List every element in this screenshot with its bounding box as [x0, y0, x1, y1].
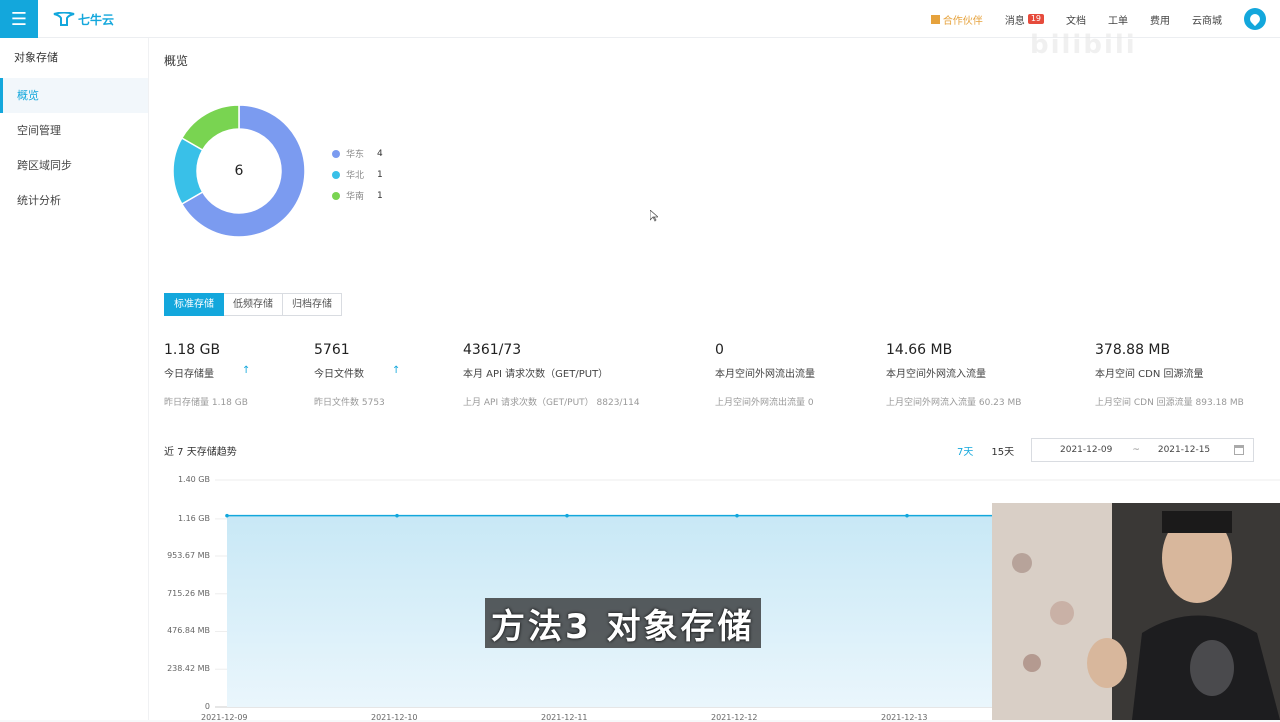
nav-messages-label: 消息 [1004, 15, 1025, 27]
legend-item[interactable]: 华北 1 [332, 164, 383, 185]
nav-billing[interactable]: 费用 [1150, 12, 1170, 27]
presenter-video-image [992, 503, 1280, 720]
stat-label: 本月空间外网流入流量 [886, 369, 986, 380]
legend-value: 1 [377, 169, 383, 180]
stat-label: 今日文件数 [314, 369, 364, 380]
date-separator: ~ [1132, 445, 1140, 455]
x-tick-label: 2021-12-13 [881, 713, 928, 722]
nav-messages[interactable]: 消息 19 [1005, 12, 1044, 27]
legend-dot [332, 170, 340, 179]
nav-market[interactable]: 云商城 [1192, 12, 1222, 27]
legend-label: 华北 [346, 171, 365, 181]
stat-value: 5761 [314, 342, 350, 358]
stat-storage: 1.18 GB 今日存储量 ↑ 昨日存储量 1.18 GB [164, 342, 250, 408]
y-tick-label: 715.26 MB [167, 588, 210, 598]
region-donut-chart: 6 [169, 101, 309, 241]
legend-label: 华东 [346, 150, 365, 160]
nav-docs[interactable]: 文档 [1066, 12, 1086, 27]
video-subtitle: 方法3 对象存储 [485, 598, 761, 648]
nav-partner[interactable]: 合作伙伴 [930, 12, 983, 27]
sidebar-item-cross-region-sync[interactable]: 跨区域同步 [0, 148, 148, 183]
stat-value: 4361/73 [463, 342, 522, 358]
user-icon [1247, 11, 1263, 27]
legend-item[interactable]: 华东 4 [332, 143, 383, 164]
arrow-up-icon: ↑ [392, 365, 401, 376]
logo[interactable]: 七牛云 [53, 10, 114, 28]
data-point[interactable] [395, 513, 399, 518]
data-point[interactable] [905, 513, 909, 518]
y-tick-label: 0 [204, 702, 210, 711]
range-7-days[interactable]: 7天 [957, 443, 973, 458]
tab-standard[interactable]: 标准存储 [164, 293, 224, 316]
stat-outbound-traffic: 0 本月空间外网流出流量 上月空间外网流出流量 0 [715, 342, 815, 408]
tab-infrequent[interactable]: 低频存储 [224, 293, 283, 316]
tab-archive[interactable]: 归档存储 [283, 293, 342, 316]
stat-sub: 上月空间 CDN 回源流量 893.18 MB [1095, 398, 1244, 408]
bilibili-watermark: bilibili [1030, 30, 1137, 60]
sidebar-item-statistics[interactable]: 统计分析 [0, 183, 148, 218]
sidebar-title: 对象存储 [14, 51, 58, 64]
page-title: 概览 [164, 54, 189, 68]
stat-inbound-traffic: 14.66 MB 本月空间外网流入流量 上月空间外网流入流量 60.23 MB [886, 342, 1021, 408]
stat-sub: 昨日存储量 1.18 GB [164, 398, 248, 408]
donut-total: 6 [234, 163, 244, 179]
legend-dot [332, 149, 340, 158]
stat-label: 本月空间 CDN 回源流量 [1095, 369, 1204, 380]
arrow-up-icon: ↑ [242, 365, 251, 376]
mouse-cursor-icon [650, 210, 658, 222]
date-range-picker[interactable]: 2021-12-09 ~ 2021-12-15 [1031, 438, 1254, 462]
stat-api-requests: 4361/73 本月 API 请求次数（GET/PUT） 上月 API 请求次数… [463, 342, 640, 408]
stat-sub: 上月空间外网流入流量 60.23 MB [886, 398, 1022, 408]
sidebar-item-buckets[interactable]: 空间管理 [0, 113, 148, 148]
stat-value: 0 [715, 342, 724, 358]
webcam-overlay [992, 503, 1280, 720]
y-tick-label: 238.42 MB [167, 664, 210, 674]
data-point[interactable] [735, 513, 739, 518]
gift-icon [930, 14, 940, 24]
legend-value: 4 [377, 148, 383, 159]
legend-dot [332, 191, 340, 200]
stat-label: 本月 API 请求次数（GET/PUT） [463, 369, 609, 380]
stat-value: 14.66 MB [886, 342, 953, 358]
date-end: 2021-12-15 [1157, 445, 1211, 455]
stat-sub: 上月 API 请求次数（GET/PUT） 8823/114 [463, 398, 640, 408]
qiniu-logo-icon [53, 12, 75, 26]
legend-label: 华南 [346, 192, 365, 202]
x-tick-label: 2021-12-11 [541, 713, 588, 722]
y-tick-label: 1.16 GB [177, 513, 210, 523]
x-tick-label: 2021-12-10 [371, 713, 418, 722]
menu-icon[interactable]: ☰ [0, 0, 38, 38]
y-tick-label: 1.40 GB [177, 475, 210, 484]
legend-item[interactable]: 华南 1 [332, 185, 383, 206]
sidebar-item-overview[interactable]: 概览 [0, 78, 148, 113]
date-start: 2021-12-09 [1060, 445, 1113, 455]
messages-badge: 19 [1027, 14, 1044, 24]
region-legend: 华东 4 华北 1 华南 1 [332, 143, 383, 206]
avatar[interactable] [1244, 8, 1266, 30]
stat-label: 本月空间外网流出流量 [715, 369, 815, 380]
nav-partner-label: 合作伙伴 [942, 15, 983, 27]
legend-value: 1 [377, 190, 383, 201]
stat-value: 1.18 GB [164, 342, 221, 358]
x-tick-label: 2021-12-12 [711, 713, 758, 722]
stat-sub: 昨日文件数 5753 [314, 398, 385, 408]
sidebar: 对象存储 概览 空间管理 跨区域同步 统计分析 [0, 38, 148, 720]
storage-class-tabs: 标准存储 低频存储 归档存储 [164, 293, 342, 316]
x-tick-label: 2021-12-09 [201, 713, 248, 722]
nav-tickets[interactable]: 工单 [1108, 12, 1128, 27]
range-tabs: 7天 15天 [957, 443, 1014, 458]
logo-text: 七牛云 [78, 12, 115, 27]
y-tick-label: 476.84 MB [167, 626, 210, 636]
stat-sub: 上月空间外网流出流量 0 [715, 398, 814, 408]
stat-cdn-traffic: 378.88 MB 本月空间 CDN 回源流量 上月空间 CDN 回源流量 89… [1095, 342, 1244, 408]
y-tick-label: 953.67 MB [167, 550, 210, 560]
stat-label: 今日存储量 [164, 369, 214, 380]
data-point[interactable] [225, 513, 229, 518]
trend-title: 近 7 天存储趋势 [164, 447, 237, 458]
stat-value: 378.88 MB [1095, 342, 1171, 358]
stat-files: 5761 今日文件数 ↑ 昨日文件数 5753 [314, 342, 400, 408]
data-point[interactable] [565, 513, 569, 518]
range-15-days[interactable]: 15天 [991, 443, 1014, 458]
calendar-icon [1234, 445, 1244, 455]
